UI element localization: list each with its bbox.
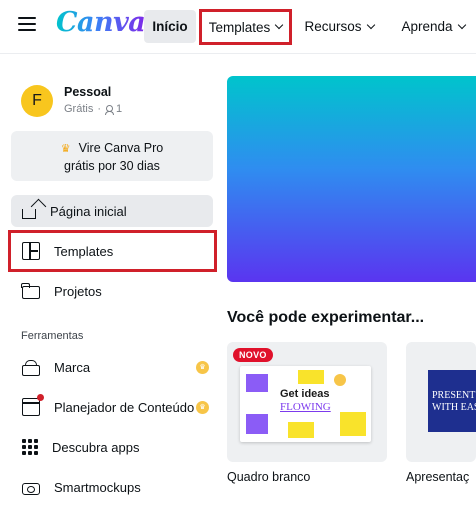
member-count: 1 (116, 103, 123, 115)
sticky-note (288, 422, 314, 438)
upgrade-pro-button[interactable]: ♛ Vire Canva Pro grátis por 30 dias (11, 131, 213, 181)
sidebar-item-label: Marca (54, 359, 91, 375)
sticky-note (246, 414, 268, 434)
new-badge: NOVO (233, 348, 273, 362)
card-label-whiteboard[interactable]: Quadro branco (227, 470, 310, 484)
calendar-icon (22, 394, 44, 416)
avatar[interactable]: F (21, 85, 53, 117)
thumb-line: PRESENT (432, 390, 476, 401)
plan-label: Grátis (64, 103, 94, 115)
thumb-line: WITH EAS (432, 402, 476, 413)
account-plan: Grátis · 1 (64, 103, 122, 115)
sidebar-item-label: Templates (54, 243, 114, 259)
sidebar-item-smartmockups[interactable]: Smartmockups (11, 471, 213, 503)
hero-banner[interactable] (227, 76, 476, 282)
sidebar-item-home[interactable]: Página inicial (11, 195, 213, 227)
upgrade-line1: ♛ Vire Canva Pro (11, 141, 213, 155)
canva-logo[interactable]: Canva (56, 7, 146, 38)
presentation-thumbnail[interactable]: PRESENT WITH EAS (428, 370, 476, 432)
sidebar-item-content-planner[interactable]: Planejador de Conteúdo ♛ (11, 391, 213, 423)
separator-dot: · (97, 103, 102, 115)
card-label-presentation[interactable]: Apresentaç (406, 470, 469, 484)
sidebar-item-projects[interactable]: Projetos (11, 275, 213, 307)
sidebar-item-label: Descubra apps (52, 439, 140, 455)
sidebar-item-label: Planejador de Conteúdo (54, 399, 195, 415)
sidebar: F Pessoal Grátis · 1 ♛ Vire Canva Pro gr… (0, 55, 224, 512)
sticky-note (246, 374, 268, 392)
nav-resources[interactable]: Recursos (300, 10, 378, 43)
sidebar-item-apps[interactable]: Descubra apps (11, 431, 213, 463)
section-title: Você pode experimentar... (227, 309, 425, 326)
user-icon (105, 104, 115, 115)
mockups-icon (22, 483, 40, 495)
nav-templates-label: Templates (208, 19, 271, 35)
thumb-subtitle: FLOWING (280, 401, 331, 413)
top-bar: Canva Início Templates Recursos Aprenda (0, 0, 476, 54)
nav-learn-label: Aprenda (401, 19, 453, 34)
folder-icon (21, 283, 40, 299)
account-name[interactable]: Pessoal (64, 85, 111, 99)
menu-icon[interactable] (18, 17, 36, 33)
pro-crown-badge: ♛ (196, 360, 209, 374)
sidebar-item-label: Página inicial (50, 203, 127, 219)
pro-crown-badge: ♛ (196, 400, 209, 414)
brand-kit-icon (22, 359, 40, 376)
sidebar-item-brand[interactable]: Marca ♛ (11, 351, 213, 383)
sun-sticker (334, 374, 346, 386)
nav-learn[interactable]: Aprenda (390, 10, 476, 43)
sidebar-item-templates[interactable]: Templates (8, 230, 217, 272)
upgrade-line1-text: Vire Canva Pro (78, 141, 164, 155)
sticky-note (298, 370, 324, 384)
templates-icon (22, 242, 40, 260)
sidebar-item-label: Projetos (54, 283, 102, 299)
crown-icon: ♛ (60, 142, 71, 155)
tools-section-label: Ferramentas (21, 330, 84, 342)
chevron-down-icon (366, 20, 375, 29)
chevron-down-icon (275, 20, 284, 30)
nav-templates[interactable]: Templates (199, 9, 292, 45)
nav-home[interactable]: Início (144, 10, 196, 43)
upgrade-line2: grátis por 30 dias (64, 159, 160, 173)
apps-icon (22, 439, 38, 455)
thumb-title: Get ideas (280, 388, 330, 400)
sticky-note (340, 412, 366, 436)
nav-resources-label: Recursos (304, 19, 362, 34)
whiteboard-thumbnail[interactable]: Get ideas FLOWING (240, 366, 371, 442)
chevron-down-icon (457, 20, 466, 29)
sidebar-item-label: Smartmockups (54, 479, 141, 495)
